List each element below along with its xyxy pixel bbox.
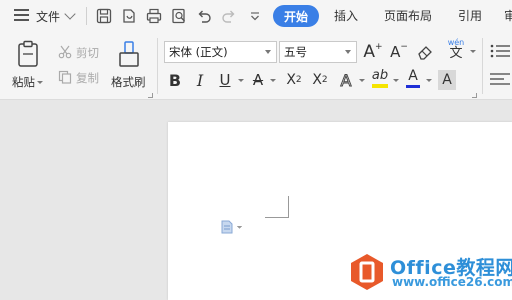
print-icon[interactable] (145, 7, 163, 25)
chevron-down-icon[interactable] (265, 50, 271, 54)
copy-icon (58, 70, 72, 84)
paste-icon[interactable] (16, 40, 40, 68)
chevron-down-icon[interactable] (64, 8, 76, 20)
tab-page-layout[interactable]: 页面布局 (384, 7, 432, 24)
paragraph-layout-icon[interactable] (221, 220, 245, 234)
phonetic-guide-button[interactable]: wén 文 (442, 38, 470, 60)
chevron-down-icon[interactable] (345, 50, 351, 54)
margin-corner-mark (265, 196, 289, 218)
chevron-down-icon[interactable] (270, 79, 276, 82)
phonetic-char: 文 (449, 45, 463, 61)
minus-icon: − (400, 42, 408, 52)
menu-hamburger-icon[interactable] (14, 9, 29, 21)
font-size-select[interactable]: 五号 (279, 41, 357, 63)
highlight-label: ab (371, 67, 389, 83)
chevron-down-icon[interactable] (470, 50, 476, 53)
character-shading-button[interactable]: A (438, 70, 456, 90)
subscript-base: X (312, 72, 322, 88)
font-color-button[interactable]: A (404, 67, 422, 89)
superscript-base: X (286, 72, 296, 88)
undo-icon[interactable] (195, 7, 213, 25)
highlight-color-bar (372, 83, 388, 88)
print-preview-icon[interactable] (170, 7, 188, 25)
subscript-button[interactable]: X2 (309, 69, 331, 91)
font-family-value: 宋体 (正文) (169, 45, 228, 59)
font-dialog-launcher[interactable] (472, 93, 477, 98)
chevron-down-icon[interactable] (426, 79, 432, 82)
tab-references[interactable]: 引用 (458, 7, 482, 24)
font-size-value: 五号 (284, 45, 307, 59)
redo-icon[interactable] (220, 7, 238, 25)
divider (86, 7, 87, 25)
align-left-icon[interactable] (490, 72, 510, 86)
underline-button[interactable]: U (216, 69, 234, 91)
clear-format-icon[interactable] (416, 44, 434, 60)
shrink-font-button[interactable]: A − (388, 41, 410, 63)
grow-font-button[interactable]: A + (362, 41, 384, 63)
strikethrough-button[interactable]: A (249, 69, 267, 91)
bullet-list-icon[interactable] (490, 44, 510, 58)
save-icon[interactable] (95, 7, 113, 25)
font-color-label: A (408, 67, 418, 84)
file-menu[interactable]: 文件 (36, 8, 60, 25)
divider (482, 38, 483, 94)
font-color-bar (406, 84, 420, 88)
font-family-select[interactable]: 宋体 (正文) (164, 41, 277, 63)
tab-insert[interactable]: 插入 (334, 7, 358, 24)
copy-button[interactable]: 复制 (76, 70, 99, 86)
paste-label: 粘贴 (12, 75, 35, 89)
chevron-down-icon[interactable] (37, 81, 43, 84)
plus-icon: + (375, 42, 383, 52)
ribbon-home: 粘贴 剪切 复制 格式刷 宋体 (正文) 五号 A + A − wén 文 B … (0, 32, 512, 100)
scissors-icon (58, 45, 72, 59)
bold-button[interactable]: B (166, 69, 184, 91)
italic-button[interactable]: I (191, 69, 209, 91)
title-menubar: 文件 开始 插入 页面布局 引用 审 (0, 0, 512, 32)
subscript-exp: 2 (321, 75, 328, 85)
tab-review[interactable]: 审 (504, 7, 512, 24)
output-pdf-icon[interactable] (120, 7, 138, 25)
tab-home[interactable]: 开始 (273, 5, 319, 27)
shrink-font-label: A (390, 43, 401, 61)
format-painter-button[interactable]: 格式刷 (111, 74, 146, 90)
chevron-down-icon[interactable] (238, 79, 244, 82)
chevron-down-icon[interactable] (393, 79, 399, 82)
clipboard-dialog-launcher[interactable] (148, 93, 153, 98)
superscript-exp: 2 (295, 75, 302, 85)
customize-quick-access-icon[interactable] (246, 7, 264, 25)
text-effect-button[interactable]: A (337, 69, 355, 91)
chevron-down-icon[interactable] (359, 79, 365, 82)
cut-button[interactable]: 剪切 (76, 45, 99, 61)
format-painter-icon[interactable] (116, 40, 142, 68)
office-logo-icon (351, 254, 383, 290)
highlight-button[interactable]: ab (370, 67, 390, 89)
paste-button[interactable]: 粘贴 (12, 74, 43, 90)
divider (157, 38, 158, 94)
watermark-url: www.office26.com (392, 275, 512, 289)
superscript-button[interactable]: X2 (283, 69, 305, 91)
grow-font-label: A (363, 42, 376, 62)
